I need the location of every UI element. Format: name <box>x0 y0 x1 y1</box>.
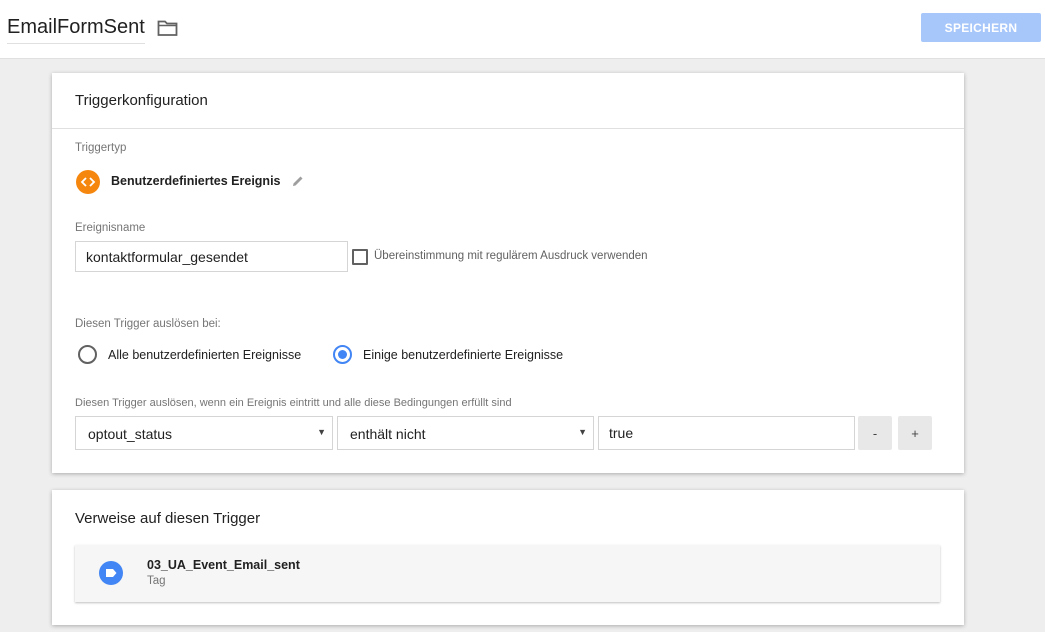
variable-select-value: optout_status <box>88 426 173 442</box>
operator-select-value: enthält nicht <box>350 426 426 442</box>
trigger-type-name[interactable]: Benutzerdefiniertes Ereignis <box>111 174 281 188</box>
card-title: Triggerkonfiguration <box>75 92 208 109</box>
regex-checkbox[interactable] <box>352 249 368 265</box>
page-title[interactable]: EmailFormSent <box>7 16 145 44</box>
radio-all-events[interactable] <box>78 345 97 364</box>
tag-icon <box>99 561 123 585</box>
regex-label[interactable]: Übereinstimmung mit regulärem Ausdruck v… <box>374 250 648 262</box>
save-button[interactable]: SPEICHERN <box>921 13 1041 42</box>
dropdown-arrow-icon: ▼ <box>317 427 326 437</box>
reference-row[interactable]: 03_UA_Event_Email_sent Tag <box>75 545 940 602</box>
references-card: Verweise auf diesen Trigger 03_UA_Event_… <box>52 490 964 625</box>
folder-icon[interactable] <box>157 19 178 37</box>
card-header: Triggerkonfiguration <box>52 73 964 129</box>
add-condition-button[interactable]: + <box>898 416 932 450</box>
pencil-icon[interactable] <box>291 174 305 188</box>
trigger-config-card: Triggerkonfiguration Triggertyp Benutzer… <box>52 73 964 473</box>
conditions-label: Diesen Trigger auslösen, wenn ein Ereign… <box>75 397 512 409</box>
condition-value-input[interactable] <box>598 416 855 450</box>
event-name-label: Ereignisname <box>75 222 146 234</box>
fire-on-label: Diesen Trigger auslösen bei: <box>75 318 221 330</box>
remove-condition-button[interactable]: - <box>858 416 892 450</box>
radio-all-events-label[interactable]: Alle benutzerdefinierten Ereignisse <box>108 348 301 362</box>
top-bar: EmailFormSent SPEICHERN <box>0 0 1045 59</box>
custom-event-icon <box>76 170 100 194</box>
operator-select[interactable]: enthält nicht ▼ <box>337 416 594 450</box>
reference-type: Tag <box>147 575 166 587</box>
references-title: Verweise auf diesen Trigger <box>75 510 261 527</box>
trigger-type-label: Triggertyp <box>75 142 127 154</box>
event-name-input[interactable] <box>75 241 348 272</box>
radio-some-events-label[interactable]: Einige benutzerdefinierte Ereignisse <box>363 348 563 362</box>
reference-name[interactable]: 03_UA_Event_Email_sent <box>147 558 300 572</box>
dropdown-arrow-icon: ▼ <box>578 427 587 437</box>
variable-select[interactable]: optout_status ▼ <box>75 416 333 450</box>
radio-some-events[interactable] <box>333 345 352 364</box>
